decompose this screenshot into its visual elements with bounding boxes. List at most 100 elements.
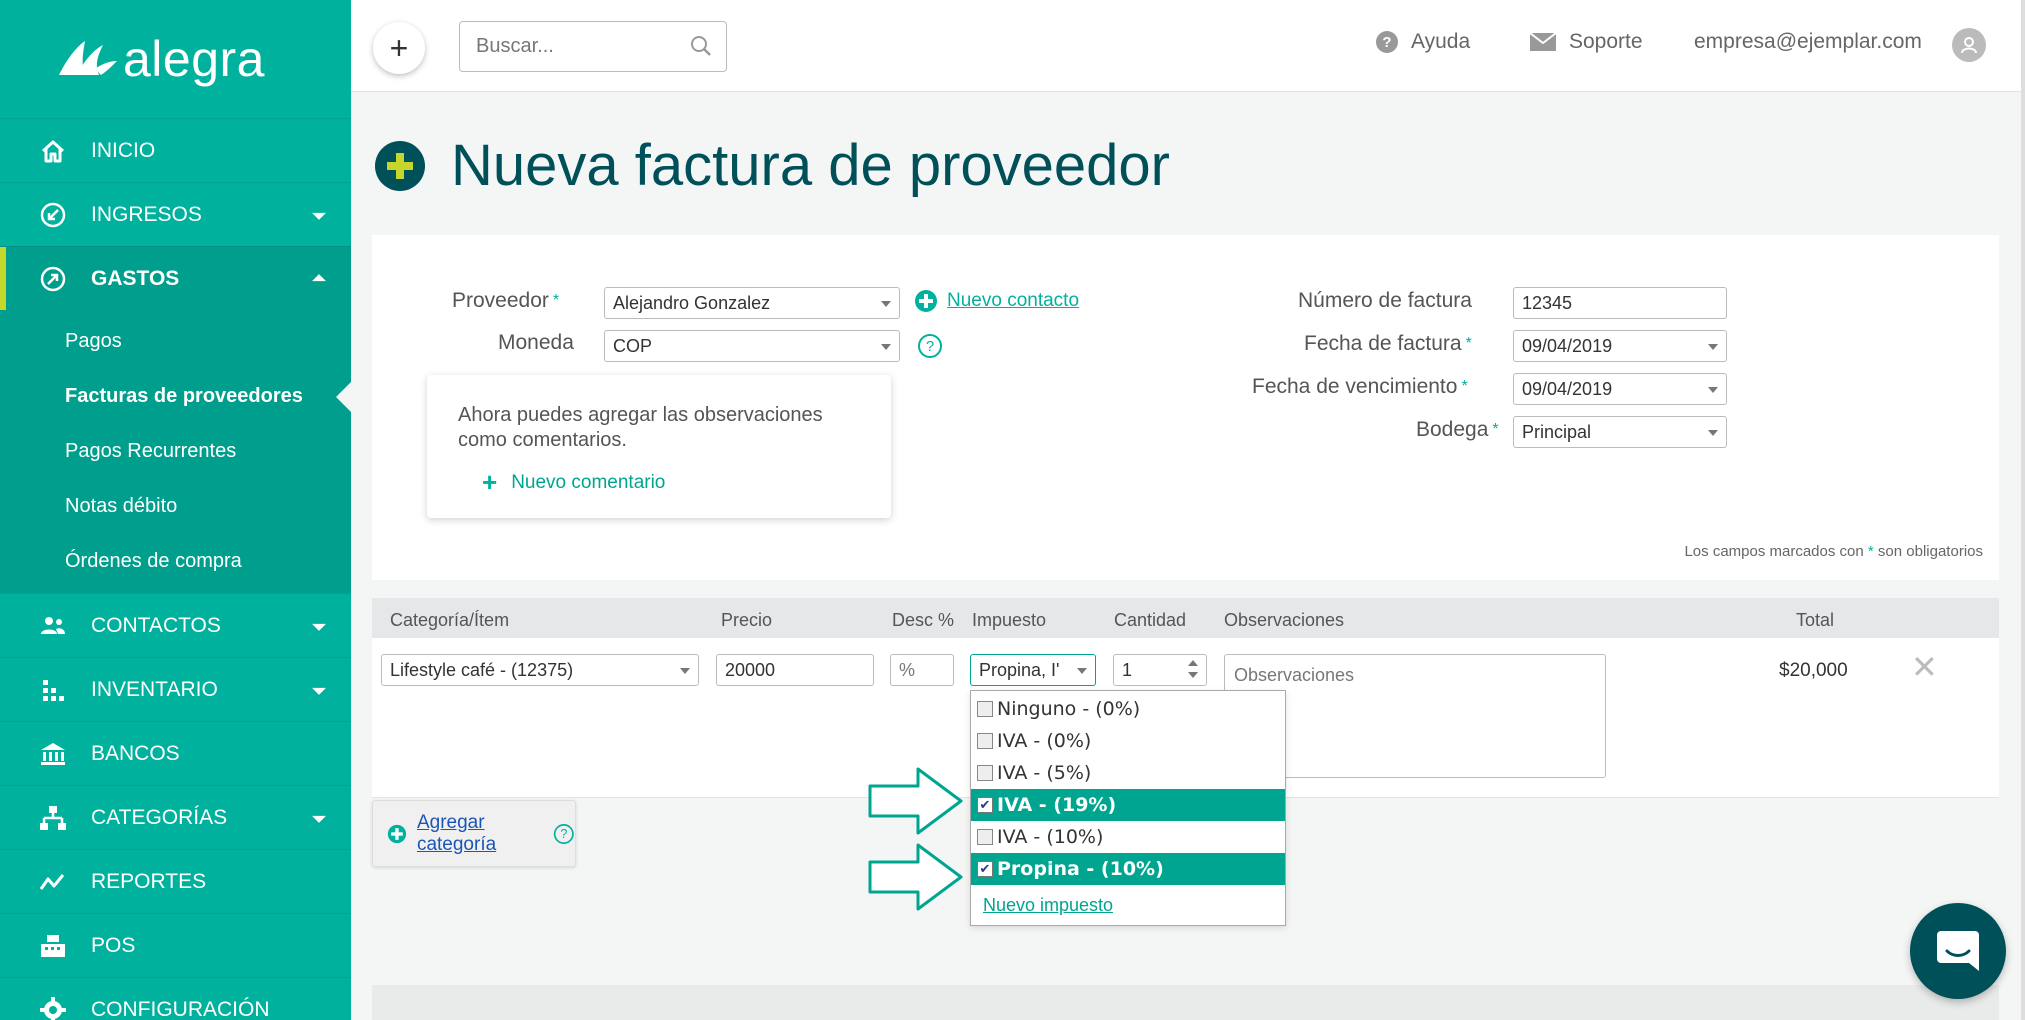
new-tax-link[interactable]: Nuevo impuesto xyxy=(983,895,1285,916)
tax-option[interactable]: IVA - (0%) xyxy=(971,725,1285,757)
stepper-up-icon[interactable] xyxy=(1188,660,1198,666)
proveedor-select[interactable]: Alejandro Gonzalez xyxy=(604,287,900,319)
chevron-down-icon xyxy=(312,815,326,823)
help-label: Ayuda xyxy=(1411,30,1471,53)
dropdown-arrow-icon xyxy=(881,344,891,350)
item-value: Lifestyle café - (12375) xyxy=(390,660,574,680)
quick-add-button[interactable]: + xyxy=(373,22,425,74)
user-avatar-icon[interactable] xyxy=(1952,28,1986,62)
search-box xyxy=(459,21,727,72)
chat-icon xyxy=(1937,931,1979,971)
th-impuesto: Impuesto xyxy=(972,610,1047,630)
checkbox-checked[interactable]: ✔ xyxy=(977,861,993,877)
help-circle-icon[interactable]: ? xyxy=(917,333,943,359)
price-field[interactable]: 20000 xyxy=(716,654,874,686)
tax-option-label: IVA - (0%) xyxy=(997,730,1092,752)
quantity-stepper[interactable]: 1 xyxy=(1113,654,1207,686)
tax-option[interactable]: IVA - (5%) xyxy=(971,757,1285,789)
item-select-field[interactable]: Lifestyle café - (12375) xyxy=(381,654,699,686)
tax-select[interactable]: Propina, I' xyxy=(970,654,1096,686)
vencimiento-select[interactable]: 09/04/2019 xyxy=(1513,373,1727,405)
tax-option-label: IVA - (5%) xyxy=(997,762,1092,784)
pos-icon xyxy=(38,931,68,961)
tax-option-label: Propina - (10%) xyxy=(997,858,1164,880)
nav-label: INVENTARIO xyxy=(91,677,218,701)
nav-label: REPORTES xyxy=(91,869,207,893)
search-icon[interactable] xyxy=(690,35,712,62)
required-mark: * xyxy=(1465,335,1472,352)
brand-name: alegra xyxy=(123,31,265,87)
tax-option[interactable]: ✔ IVA - (19%) xyxy=(971,789,1285,821)
bodega-select[interactable]: Principal xyxy=(1513,416,1727,448)
nav-pos[interactable]: POS xyxy=(0,913,351,977)
help-circle-icon[interactable]: ? xyxy=(553,821,575,847)
fecha-select[interactable]: 09/04/2019 xyxy=(1513,330,1727,362)
vencimiento-value: 09/04/2019 xyxy=(1522,379,1613,399)
nav-configuracion[interactable]: CONFIGURACIÓN xyxy=(0,977,351,1020)
tax-option[interactable]: ✔ Propina - (10%) xyxy=(971,853,1285,885)
tax-option[interactable]: Ninguno - (0%) xyxy=(971,693,1285,725)
add-category-link[interactable]: Agregar categoría xyxy=(417,812,543,856)
nav-bancos[interactable]: BANCOS xyxy=(0,721,351,785)
nuevo-contacto-link[interactable]: Nuevo contacto xyxy=(947,290,1079,312)
tax-option-label: IVA - (19%) xyxy=(997,794,1117,816)
info-text: Ahora puedes agregar las observaciones c… xyxy=(458,404,823,451)
page-title: Nueva factura de proveedor xyxy=(451,133,1170,198)
nav-ingresos[interactable]: INGRESOS xyxy=(0,182,351,246)
nav-inventario[interactable]: INVENTARIO xyxy=(0,657,351,721)
contacts-icon xyxy=(38,611,68,641)
nav-reportes[interactable]: REPORTES xyxy=(0,849,351,913)
subnav-ordenes-compra[interactable]: Órdenes de compra xyxy=(0,534,351,589)
income-icon xyxy=(38,200,68,230)
subnav-pagos[interactable]: Pagos xyxy=(0,314,351,369)
required-mark: * xyxy=(552,292,560,309)
discount-field[interactable]: % xyxy=(890,654,954,686)
numero-field[interactable]: 12345 xyxy=(1513,287,1727,319)
help-link[interactable]: ? Ayuda xyxy=(1375,30,1470,54)
dropdown-arrow-icon xyxy=(881,301,891,307)
categories-icon xyxy=(38,803,68,833)
user-menu[interactable]: empresa@ejemplar.com xyxy=(1694,30,1922,54)
subnav-pagos-recurrentes[interactable]: Pagos Recurrentes xyxy=(0,424,351,479)
dropdown-arrow-icon xyxy=(1708,344,1718,350)
annotation-arrow-icon xyxy=(868,767,963,835)
nav-inicio[interactable]: INICIO xyxy=(0,118,351,182)
nuevo-contacto-row[interactable]: Nuevo contacto xyxy=(914,289,1079,313)
plus-circle-icon xyxy=(375,140,425,191)
dropdown-arrow-icon xyxy=(1077,668,1087,674)
checkbox-checked[interactable]: ✔ xyxy=(977,797,993,813)
required-fields-note: Los campos marcados con * son obligatori… xyxy=(1684,543,1983,560)
subnav-facturas-proveedores[interactable]: Facturas de proveedores xyxy=(0,369,351,424)
checkbox[interactable] xyxy=(977,701,993,717)
gear-icon xyxy=(38,995,68,1020)
remove-row-icon[interactable]: ✕ xyxy=(1911,648,1938,686)
numero-label: Número de factura xyxy=(1298,289,1472,312)
nav-label: GASTOS xyxy=(91,266,180,290)
checkbox[interactable] xyxy=(977,733,993,749)
stepper-down-icon[interactable] xyxy=(1188,672,1198,678)
scrollbar[interactable] xyxy=(2021,0,2025,1020)
invoice-form-card: Proveedor * Alejandro Gonzalez Nuevo con… xyxy=(372,235,1999,580)
user-email: empresa@ejemplar.com xyxy=(1694,30,1922,53)
nuevo-comentario-button[interactable]: + Nuevo comentario xyxy=(482,467,665,498)
req-note-pre: Los campos marcados con xyxy=(1684,543,1864,560)
moneda-select[interactable]: COP xyxy=(604,330,900,362)
required-mark: * xyxy=(1461,378,1468,395)
moneda-value: COP xyxy=(613,336,653,356)
nav-label: INICIO xyxy=(91,138,156,162)
nav-contactos[interactable]: CONTACTOS xyxy=(0,593,351,657)
chat-button[interactable] xyxy=(1910,903,2006,999)
nav-gastos[interactable]: GASTOS xyxy=(0,246,351,310)
checkbox[interactable] xyxy=(977,765,993,781)
add-circle-icon xyxy=(915,290,937,312)
help-icon: ? xyxy=(1375,30,1399,54)
subnav-notas-debito[interactable]: Notas débito xyxy=(0,479,351,534)
support-link[interactable]: Soporte xyxy=(1529,30,1643,54)
nav-categorias[interactable]: CATEGORÍAS xyxy=(0,785,351,849)
nav-label: BANCOS xyxy=(91,741,180,765)
nav-label: INGRESOS xyxy=(91,202,202,226)
brand-logo[interactable]: alegra xyxy=(0,0,351,118)
tax-option[interactable]: IVA - (10%) xyxy=(971,821,1285,853)
search-input[interactable] xyxy=(460,22,670,71)
checkbox[interactable] xyxy=(977,829,993,845)
